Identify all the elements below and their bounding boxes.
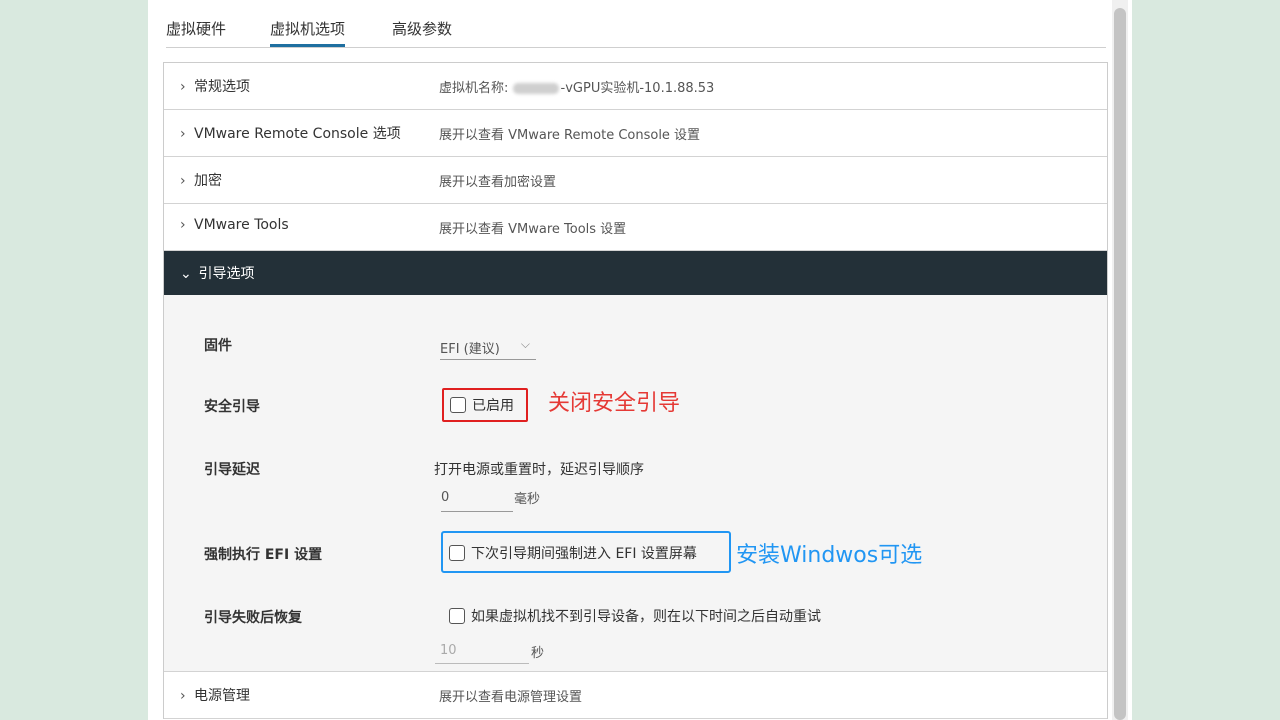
scrollbar-thumb[interactable] [1114,8,1126,720]
failed-boot-unit: 秒 [531,646,545,661]
blue-highlight-box [441,531,731,573]
failed-boot-label: 引导失败后恢复 [204,610,302,626]
secure-boot-label: 安全引导 [204,399,260,415]
row-value: 展开以查看电源管理设置 [439,690,583,705]
red-highlight-box [442,388,528,422]
row-label: VMware Remote Console 选项 [194,126,401,142]
boot-options-header[interactable]: ⌄ 引导选项 [164,251,1107,295]
boot-options-title: 引导选项 [198,266,255,282]
failed-boot-input[interactable]: 10 [435,639,529,664]
row-general-options[interactable]: › 常规选项 虚拟机名称: -vGPU实验机-10.1.88.53 [164,63,1107,110]
firmware-select[interactable]: EFI (建议) ⌵ [440,333,536,360]
firmware-label: 固件 [204,338,232,354]
boot-delay-description: 打开电源或重置时，延迟引导顺序 [434,462,644,478]
chevron-right-icon: › [180,79,186,95]
chevron-right-icon: › [180,217,186,233]
annotation-disable-secure-boot: 关闭安全引导 [548,391,681,416]
boot-delay-input[interactable]: 0 [441,487,513,512]
row-value-prefix: 虚拟机名称: [439,81,509,96]
row-label: 常规选项 [194,79,250,95]
chevron-right-icon: › [180,126,186,142]
failed-boot-checkbox[interactable] [449,608,465,624]
vm-options-panel: 虚拟硬件 虚拟机选项 高级参数 › 常规选项 虚拟机名称: -vGPU实验机-10… [148,0,1132,720]
redacted-text [512,83,559,94]
chevron-down-icon: ⌵ [520,337,530,351]
failed-boot-checkbox-label: 如果虚拟机找不到引导设备，则在以下时间之后自动重试 [471,609,821,625]
boot-delay-value: 0 [441,490,450,505]
row-vmware-tools[interactable]: › VMware Tools 展开以查看 VMware Tools 设置 [164,204,1107,251]
row-label: 电源管理 [194,688,250,704]
firmware-value: EFI (建议) [440,342,500,357]
tab-vm-options[interactable]: 虚拟机选项 [270,18,346,47]
annotation-windows-optional: 安装Windwos可选 [736,543,923,568]
chevron-down-icon: ⌄ [180,266,192,282]
row-value: -vGPU实验机-10.1.88.53 [560,81,715,96]
tab-advanced-parameters[interactable]: 高级参数 [392,18,452,46]
chevron-right-icon: › [180,173,186,189]
row-value: 展开以查看加密设置 [439,175,557,190]
failed-boot-value: 10 [440,643,457,658]
boot-options-body: 固件 EFI (建议) ⌵ 安全引导 已启用 关闭安全引导 引导延迟 打开电源或… [164,295,1107,672]
boot-delay-unit: 毫秒 [514,492,541,507]
row-value: 展开以查看 VMware Tools 设置 [439,222,627,237]
row-remote-console[interactable]: › VMware Remote Console 选项 展开以查看 VMware R… [164,110,1107,157]
tab-bar: 虚拟硬件 虚拟机选项 高级参数 [166,0,1106,48]
failed-boot-checkbox-row[interactable]: 如果虚拟机找不到引导设备，则在以下时间之后自动重试 [449,606,821,626]
row-label: VMware Tools [194,217,289,233]
chevron-right-icon: › [180,688,186,704]
tab-virtual-hardware[interactable]: 虚拟硬件 [166,18,226,46]
row-value: 展开以查看 VMware Remote Console 设置 [439,128,701,143]
row-label: 加密 [194,173,222,189]
row-power-management[interactable]: › 电源管理 展开以查看电源管理设置 [164,672,1107,719]
row-encryption[interactable]: › 加密 展开以查看加密设置 [164,157,1107,204]
force-efi-label: 强制执行 EFI 设置 [204,547,323,563]
settings-stack: › 常规选项 虚拟机名称: -vGPU实验机-10.1.88.53 › VMware… [163,62,1108,719]
boot-delay-label: 引导延迟 [204,462,260,478]
